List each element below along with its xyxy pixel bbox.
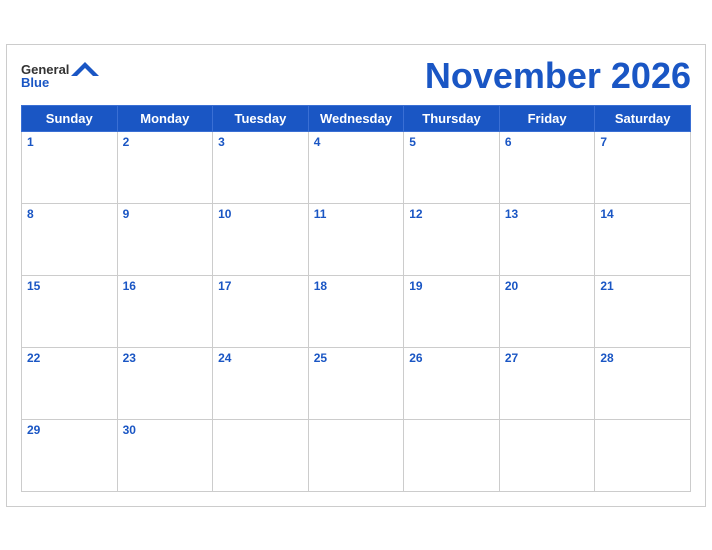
day-15: 15	[22, 275, 118, 347]
day-2: 2	[117, 131, 213, 203]
header-monday: Monday	[117, 105, 213, 131]
header-saturday: Saturday	[595, 105, 691, 131]
day-18: 18	[308, 275, 404, 347]
day-29: 29	[22, 419, 118, 491]
day-26: 26	[404, 347, 500, 419]
header-sunday: Sunday	[22, 105, 118, 131]
day-25: 25	[308, 347, 404, 419]
day-7: 7	[595, 131, 691, 203]
logo-icon	[71, 62, 99, 76]
day-21: 21	[595, 275, 691, 347]
day-16: 16	[117, 275, 213, 347]
day-19: 19	[404, 275, 500, 347]
day-20: 20	[499, 275, 595, 347]
day-13: 13	[499, 203, 595, 275]
week-row-4: 22232425262728	[22, 347, 691, 419]
day-24: 24	[213, 347, 309, 419]
day-empty	[499, 419, 595, 491]
day-empty	[213, 419, 309, 491]
day-27: 27	[499, 347, 595, 419]
day-17: 17	[213, 275, 309, 347]
logo: General Blue	[21, 62, 99, 89]
day-14: 14	[595, 203, 691, 275]
day-28: 28	[595, 347, 691, 419]
header-tuesday: Tuesday	[213, 105, 309, 131]
day-9: 9	[117, 203, 213, 275]
day-6: 6	[499, 131, 595, 203]
header-friday: Friday	[499, 105, 595, 131]
day-8: 8	[22, 203, 118, 275]
month-title: November 2026	[425, 55, 691, 97]
day-22: 22	[22, 347, 118, 419]
week-row-5: 2930	[22, 419, 691, 491]
week-row-1: 1234567	[22, 131, 691, 203]
header-thursday: Thursday	[404, 105, 500, 131]
day-4: 4	[308, 131, 404, 203]
day-11: 11	[308, 203, 404, 275]
calendar: General Blue November 2026 Sunday Monday…	[6, 44, 706, 507]
week-row-2: 891011121314	[22, 203, 691, 275]
day-3: 3	[213, 131, 309, 203]
day-1: 1	[22, 131, 118, 203]
calendar-header: General Blue November 2026	[21, 55, 691, 97]
day-empty	[595, 419, 691, 491]
day-5: 5	[404, 131, 500, 203]
day-30: 30	[117, 419, 213, 491]
day-23: 23	[117, 347, 213, 419]
weekday-header-row: Sunday Monday Tuesday Wednesday Thursday…	[22, 105, 691, 131]
calendar-table: Sunday Monday Tuesday Wednesday Thursday…	[21, 105, 691, 492]
logo-general: General	[21, 63, 69, 76]
header-wednesday: Wednesday	[308, 105, 404, 131]
day-12: 12	[404, 203, 500, 275]
day-empty	[308, 419, 404, 491]
logo-blue: Blue	[21, 76, 49, 89]
day-10: 10	[213, 203, 309, 275]
week-row-3: 15161718192021	[22, 275, 691, 347]
day-empty	[404, 419, 500, 491]
